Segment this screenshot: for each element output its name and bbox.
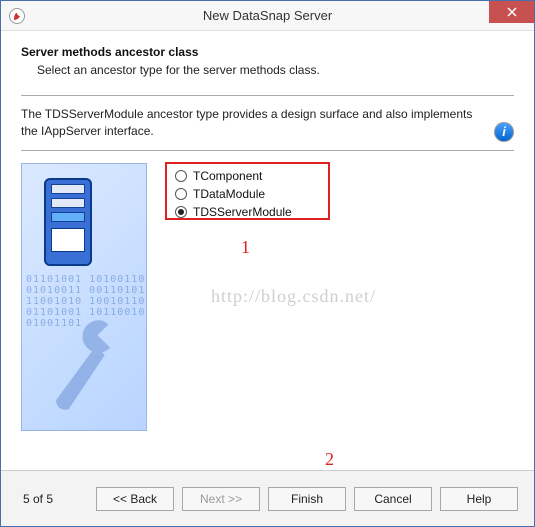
finish-button[interactable]: Finish <box>268 487 346 511</box>
option-tcomponent[interactable]: TComponent <box>171 167 296 185</box>
wrench-icon <box>40 304 130 424</box>
description-text: The TDSServerModule ancestor type provid… <box>21 106 514 140</box>
wizard-footer: 5 of 5 << Back Next >> Finish Cancel Hel… <box>1 470 534 526</box>
button-label: << Back <box>113 492 157 506</box>
next-button: Next >> <box>182 487 260 511</box>
help-button[interactable]: Help <box>440 487 518 511</box>
window-title: New DataSnap Server <box>1 8 534 23</box>
titlebar[interactable]: New DataSnap Server <box>1 1 534 31</box>
main-area: 01101001 10100110 01010011 00110101 1100… <box>1 151 534 451</box>
cancel-button[interactable]: Cancel <box>354 487 432 511</box>
option-tdatamodule[interactable]: TDataModule <box>171 185 296 203</box>
annotation-2: 2 <box>325 449 334 470</box>
close-icon <box>507 7 517 17</box>
option-label: TComponent <box>193 169 262 183</box>
info-icon[interactable]: i <box>494 122 514 142</box>
back-button[interactable]: << Back <box>96 487 174 511</box>
button-label: Help <box>467 492 492 506</box>
radio-icon <box>175 188 187 200</box>
close-button[interactable] <box>489 1 534 23</box>
radio-icon <box>175 170 187 182</box>
button-label: Finish <box>291 492 323 506</box>
wizard-banner-image: 01101001 10100110 01010011 00110101 1100… <box>21 163 147 431</box>
ancestor-options: TComponent TDataModule TDSServerModule 1 <box>171 163 296 451</box>
button-label: Next >> <box>200 492 242 506</box>
annotation-1: 1 <box>241 237 250 258</box>
server-illustration <box>44 178 92 266</box>
app-icon <box>9 8 25 24</box>
radio-icon <box>175 206 187 218</box>
wizard-window: New DataSnap Server Server methods ances… <box>0 0 535 527</box>
page-subtitle: Select an ancestor type for the server m… <box>21 63 514 77</box>
option-tdsservermodule[interactable]: TDSServerModule <box>171 203 296 221</box>
page-title: Server methods ancestor class <box>21 45 514 59</box>
wizard-header: Server methods ancestor class Select an … <box>1 31 534 89</box>
option-label: TDataModule <box>193 187 265 201</box>
description-block: The TDSServerModule ancestor type provid… <box>1 96 534 144</box>
button-label: Cancel <box>374 492 411 506</box>
option-label: TDSServerModule <box>193 205 292 219</box>
step-indicator: 5 of 5 <box>17 492 53 506</box>
